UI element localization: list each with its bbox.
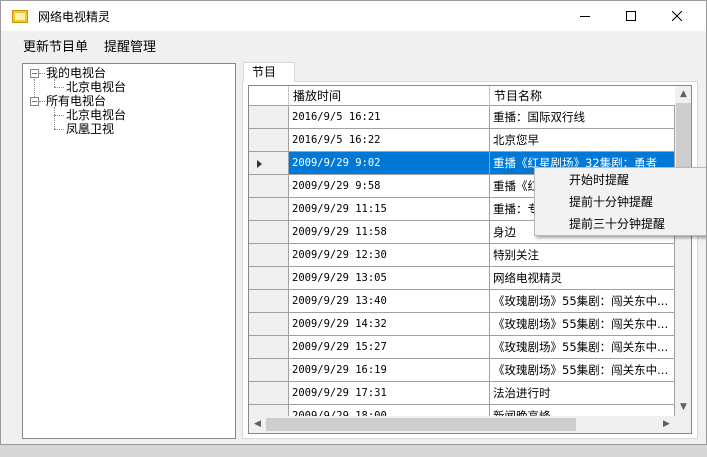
row-header-cell[interactable]: [249, 221, 289, 244]
time-cell[interactable]: 2009/9/29 11:58: [289, 221, 490, 244]
program-name-cell[interactable]: 网络电视精灵: [490, 267, 675, 290]
tree-node-all-phoenix[interactable]: 凤凰卫视: [66, 122, 114, 136]
current-row-indicator-icon: [257, 160, 262, 168]
time-cell[interactable]: 2016/9/5 16:21: [289, 106, 490, 129]
row-header-cell[interactable]: [249, 152, 289, 175]
title-bar: 网络电视精灵: [1, 1, 706, 31]
row-header-cell[interactable]: [249, 359, 289, 382]
time-cell[interactable]: 2009/9/29 14:32: [289, 313, 490, 336]
tree-node-all-beijing[interactable]: 北京电视台: [66, 108, 126, 122]
tree-node-all-channels[interactable]: 所有电视台: [46, 94, 106, 108]
collapse-all-channels-icon[interactable]: −: [30, 97, 39, 106]
minimize-button[interactable]: [562, 1, 608, 31]
background-window-bottom: [0, 444, 707, 457]
program-name-cell[interactable]: 法治进行时: [490, 382, 675, 405]
program-grid[interactable]: 播放时间 节目名称 2016/9/5 16:21 重播：国际双行线 2016/9/5…: [248, 85, 692, 434]
program-name-cell[interactable]: 特别关注: [490, 244, 675, 267]
table-row[interactable]: 2009/9/29 16:19 《玫瑰剧场》55集剧：闯关东中...: [249, 359, 675, 382]
time-cell[interactable]: 2009/9/29 9:02: [289, 152, 490, 175]
table-row[interactable]: 2009/9/29 13:05 网络电视精灵: [249, 267, 675, 290]
scroll-right-icon[interactable]: ▶: [658, 416, 675, 433]
program-name-cell[interactable]: 《玫瑰剧场》55集剧：闯关东中...: [490, 313, 675, 336]
time-cell[interactable]: 2009/9/29 17:31: [289, 382, 490, 405]
row-header-cell[interactable]: [249, 313, 289, 336]
tree-node-my-channels[interactable]: 我的电视台: [46, 66, 106, 80]
row-header-cell[interactable]: [249, 290, 289, 313]
tree-node-my-beijing[interactable]: 北京电视台: [66, 80, 126, 94]
menu-reminder-management[interactable]: 提醒管理: [104, 36, 156, 55]
row-header-cell[interactable]: [249, 129, 289, 152]
tab-programs[interactable]: 节目: [243, 62, 295, 82]
row-header-cell[interactable]: [249, 198, 289, 221]
row-header-cell[interactable]: [249, 382, 289, 405]
main-window: 网络电视精灵 更新节目单 提醒管理 − 我的电视台 北京电视台 − 所有电视台 …: [0, 0, 707, 445]
row-header-cell[interactable]: [249, 336, 289, 359]
time-cell[interactable]: 2016/9/5 16:22: [289, 129, 490, 152]
reminder-context-menu: 开始时提醒 提前十分钟提醒 提前三十分钟提醒: [534, 167, 706, 236]
menu-item-remind-10-min[interactable]: 提前十分钟提醒: [535, 191, 706, 213]
collapse-my-channels-icon[interactable]: −: [30, 69, 39, 78]
program-name-cell[interactable]: 北京您早: [490, 129, 675, 152]
grid-header: 播放时间 节目名称: [249, 86, 675, 106]
menu-update-schedule[interactable]: 更新节目单: [23, 36, 88, 55]
window-title: 网络电视精灵: [38, 10, 111, 24]
time-cell[interactable]: 2009/9/29 9:58: [289, 175, 490, 198]
program-name-cell[interactable]: 重播：国际双行线: [490, 106, 675, 129]
menu-item-remind-at-start[interactable]: 开始时提醒: [535, 169, 706, 191]
time-cell[interactable]: 2009/9/29 15:27: [289, 336, 490, 359]
horizontal-scrollbar[interactable]: ◀ ▶: [249, 416, 675, 433]
column-header-time[interactable]: 播放时间: [289, 86, 490, 106]
close-icon: [672, 11, 682, 21]
scroll-up-icon[interactable]: ▲: [675, 86, 691, 103]
table-row[interactable]: 2016/9/5 16:22 北京您早: [249, 129, 675, 152]
menu-bar: 更新节目单 提醒管理: [1, 31, 706, 57]
program-name-cell[interactable]: 《玫瑰剧场》55集剧：闯关东中...: [490, 336, 675, 359]
row-header-cell[interactable]: [249, 244, 289, 267]
minimize-icon: [580, 16, 590, 17]
maximize-button[interactable]: [608, 1, 654, 31]
table-row[interactable]: 2009/9/29 12:30 特别关注: [249, 244, 675, 267]
channel-tree[interactable]: − 我的电视台 北京电视台 − 所有电视台 北京电视台 凤凰卫视: [22, 63, 236, 439]
program-name-cell[interactable]: 《玫瑰剧场》55集剧：闯关东中...: [490, 359, 675, 382]
maximize-icon: [626, 11, 636, 21]
row-header-cell[interactable]: [249, 175, 289, 198]
menu-item-remind-30-min[interactable]: 提前三十分钟提醒: [535, 213, 706, 235]
row-header-cell[interactable]: [249, 106, 289, 129]
horizontal-scroll-thumb[interactable]: [266, 418, 576, 431]
program-name-cell[interactable]: 《玫瑰剧场》55集剧：闯关东中...: [490, 290, 675, 313]
table-row[interactable]: 2009/9/29 14:32 《玫瑰剧场》55集剧：闯关东中...: [249, 313, 675, 336]
time-cell[interactable]: 2009/9/29 13:05: [289, 267, 490, 290]
scroll-left-icon[interactable]: ◀: [249, 416, 266, 433]
table-row[interactable]: 2009/9/29 17:31 法治进行时: [249, 382, 675, 405]
row-header-corner: [249, 86, 289, 106]
table-row[interactable]: 2016/9/5 16:21 重播：国际双行线: [249, 106, 675, 129]
table-row[interactable]: 2009/9/29 15:27 《玫瑰剧场》55集剧：闯关东中...: [249, 336, 675, 359]
vertical-scrollbar[interactable]: ▲ ▼: [675, 86, 691, 416]
app-icon: [12, 10, 28, 23]
time-cell[interactable]: 2009/9/29 16:19: [289, 359, 490, 382]
close-button[interactable]: [654, 1, 700, 31]
table-row[interactable]: 2009/9/29 13:40 《玫瑰剧场》55集剧：闯关东中...: [249, 290, 675, 313]
row-header-cell[interactable]: [249, 267, 289, 290]
time-cell[interactable]: 2009/9/29 11:15: [289, 198, 490, 221]
scrollbar-corner: [675, 416, 691, 433]
column-header-name[interactable]: 节目名称: [490, 86, 675, 106]
time-cell[interactable]: 2009/9/29 13:40: [289, 290, 490, 313]
scroll-down-icon[interactable]: ▼: [675, 399, 691, 416]
time-cell[interactable]: 2009/9/29 12:30: [289, 244, 490, 267]
